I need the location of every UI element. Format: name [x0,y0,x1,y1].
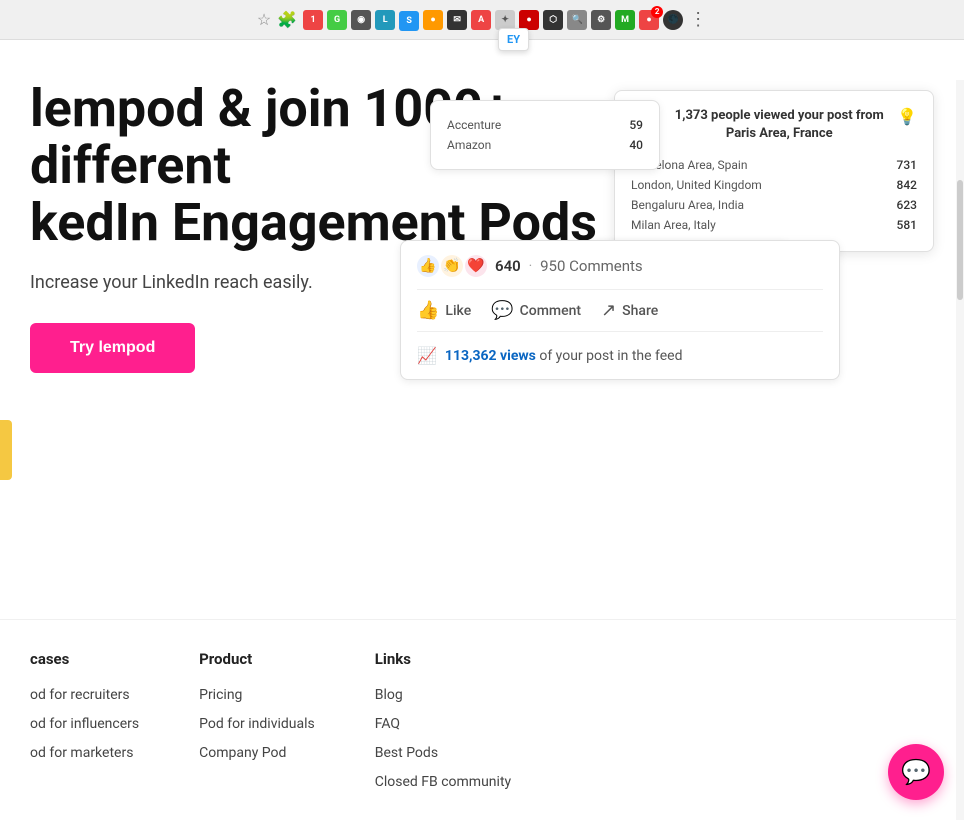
footer-col-use-cases: cases od for recruiters od for influence… [30,650,139,800]
product-heading: Product [199,650,315,668]
location-item: Bengaluru Area, India 623 [631,195,917,215]
post-engagement-panel: 👍 👏 ❤️ 640 · 950 Comments 👍 Like 💬 Comme… [400,240,840,380]
browser-chrome: ☆ 🧩 1 G ◉ L S ● ✉ A ✦ ● ⬡ 🔍 ⚙ M ● 2 🌑 ⋮ [0,0,964,40]
accent-bar [0,420,12,480]
ey-popup: EY [498,28,529,51]
ext-icon-2[interactable]: G [327,10,347,30]
list-item: Pricing [199,684,315,703]
list-item: Closed FB community [375,771,511,790]
thumbs-up-reaction: 👍 [417,255,439,277]
company-item: Accenture 59 [447,115,643,135]
location-item: Barcelona Area, Spain 731 [631,155,917,175]
company-panel: Accenture 59 Amazon 40 [430,100,660,170]
use-cases-list: od for recruiters od for influencers od … [30,684,139,761]
main-content: lempod & join 1000+ different kedIn Enga… [0,40,964,820]
list-item: Pod for individuals [199,713,315,732]
share-icon: ↗ [601,300,616,321]
action-buttons: 👍 Like 💬 Comment ↗ Share [417,289,823,332]
ext-icon-9[interactable]: ● [519,10,539,30]
list-item: FAQ [375,713,511,732]
comments-count: 950 Comments [540,257,643,275]
try-lempod-button[interactable]: Try lempod [30,323,195,373]
share-label: Share [622,303,658,319]
engagement-stats: 👍 👏 ❤️ 640 · 950 Comments [417,255,823,277]
views-text: 113,362 views of your post in the feed [445,348,683,364]
footer-grid: cases od for recruiters od for influence… [30,650,934,800]
scroll-thumb[interactable] [957,180,963,300]
list-item: od for marketers [30,742,139,761]
use-case-link-recruiters[interactable]: od for recruiters [30,687,130,703]
ext-icon-11[interactable]: 🔍 [567,10,587,30]
love-reaction: ❤️ [465,255,487,277]
company-list: Accenture 59 Amazon 40 [447,115,643,155]
link-faq[interactable]: FAQ [375,716,400,732]
ext-icon-6[interactable]: ✉ [447,10,467,30]
list-item: od for influencers [30,713,139,732]
ext-icon-10[interactable]: ⬡ [543,10,563,30]
product-link-pricing[interactable]: Pricing [199,687,242,703]
star-icon[interactable]: ☆ [257,10,271,29]
chat-icon: 💬 [901,758,931,786]
product-link-individuals[interactable]: Pod for individuals [199,716,315,732]
footer-col-links: Links Blog FAQ Best Pods Closed FB commu… [375,650,511,800]
link-blog[interactable]: Blog [375,687,403,703]
footer-col-product: Product Pricing Pod for individuals Comp… [199,650,315,800]
share-button[interactable]: ↗ Share [601,300,658,321]
links-list: Blog FAQ Best Pods Closed FB community [375,684,511,790]
footer-section: cases od for recruiters od for influence… [0,619,964,820]
trending-icon: 📈 [417,346,437,365]
list-item: Best Pods [375,742,511,761]
links-heading: Links [375,650,511,668]
comment-icon: 💬 [491,300,513,321]
ext-icon-5[interactable]: ● [423,10,443,30]
three-dots-icon[interactable]: ⋮ [689,9,707,30]
company-item: Amazon 40 [447,135,643,155]
ext-icon-12[interactable]: ⚙ [591,10,611,30]
product-link-company[interactable]: Company Pod [199,745,286,761]
analytics-panel: 👤 1,373 people viewed your post from Par… [614,90,934,252]
ext-icon-4[interactable]: L [375,10,395,30]
link-best-pods[interactable]: Best Pods [375,745,438,761]
ext-icon-13[interactable]: M [615,10,635,30]
ext-icon-1[interactable]: 1 [303,10,323,30]
ext-icon-15[interactable]: 🌑 [663,10,683,30]
clap-reaction: 👏 [441,255,463,277]
like-icon: 👍 [417,300,439,321]
location-item: London, United Kingdom 842 [631,175,917,195]
list-item: Company Pod [199,742,315,761]
use-cases-heading: cases [30,650,139,668]
comment-label: Comment [520,303,581,319]
extensions-row: 1 G ◉ L S ● ✉ A ✦ ● ⬡ 🔍 ⚙ M ● 2 🌑 [303,8,683,31]
ext-icon-14[interactable]: ● 2 [639,10,659,30]
ext-icon-8[interactable]: ✦ [495,10,515,30]
bulb-icon: 💡 [897,107,917,126]
comment-button[interactable]: 💬 Comment [491,300,581,321]
product-list: Pricing Pod for individuals Company Pod [199,684,315,761]
puzzle-icon[interactable]: 🧩 [277,10,297,29]
scrollbar[interactable] [956,80,964,820]
ey-extension[interactable]: S [399,8,419,31]
reactions-count: 640 [495,257,521,275]
use-case-link-influencers[interactable]: od for influencers [30,716,139,732]
ext-icon-3[interactable]: ◉ [351,10,371,30]
views-row: 📈 113,362 views of your post in the feed [417,342,823,365]
list-item: Blog [375,684,511,703]
reaction-icons: 👍 👏 ❤️ [417,255,487,277]
link-fb-community[interactable]: Closed FB community [375,774,511,790]
like-button[interactable]: 👍 Like [417,300,471,321]
use-case-link-marketers[interactable]: od for marketers [30,745,133,761]
location-item: Milan Area, Italy 581 [631,215,917,235]
separator: · [529,259,532,274]
ext-icon-7[interactable]: A [471,10,491,30]
like-label: Like [445,303,471,319]
location-list: Barcelona Area, Spain 731 London, United… [631,155,917,235]
chat-button[interactable]: 💬 [888,744,944,800]
list-item: od for recruiters [30,684,139,703]
analytics-title: 1,373 people viewed your post from Paris… [661,107,897,143]
